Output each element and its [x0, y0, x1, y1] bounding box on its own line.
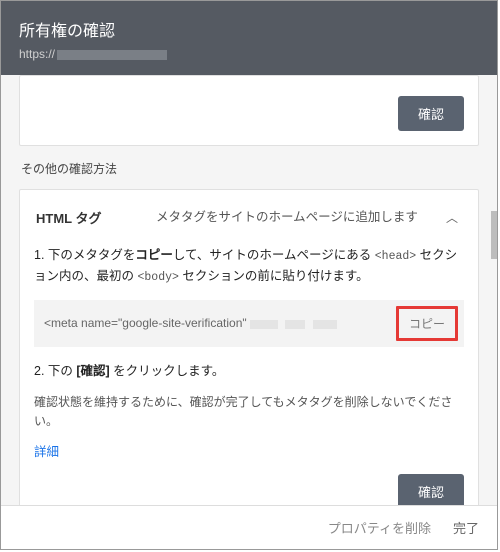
chevron-up-icon[interactable]: ︿	[442, 209, 462, 226]
copy-button[interactable]: コピー	[396, 306, 458, 341]
retain-note: 確認状態を維持するために、確認が完了してもメタタグを削除しないでください。	[34, 393, 464, 431]
code-mask-1	[250, 320, 278, 329]
dialog-header: 所有権の確認 https://	[1, 1, 497, 75]
method-name: HTML タグ	[36, 208, 156, 227]
dialog-footer: プロパティを削除 完了	[1, 505, 497, 549]
step1-code-head: <head>	[375, 250, 416, 263]
meta-tag-row: <meta name="google-site-verification" コピ…	[34, 300, 464, 347]
code-mask-3	[313, 320, 337, 329]
url-prefix: https://	[19, 47, 55, 61]
site-url: https://	[19, 47, 479, 61]
step2-post: をクリックします。	[110, 364, 225, 378]
dialog-title: 所有権の確認	[19, 17, 479, 41]
step2-pre: 2. 下の	[34, 364, 76, 378]
top-method-card: 確認	[19, 75, 479, 146]
step1-mid: して、サイトのホームページにある	[173, 248, 375, 262]
url-masked	[57, 50, 167, 60]
step1-pre: 1. 下のメタタグを	[34, 248, 135, 262]
step1-code-body: <body>	[137, 271, 178, 284]
step1-bold: コピー	[135, 248, 173, 262]
done-button[interactable]: 完了	[453, 518, 479, 537]
step2-bold: [確認]	[76, 364, 109, 378]
step-2: 2. 下の [確認] をクリックします。	[34, 361, 464, 381]
details-link[interactable]: 詳細	[34, 441, 59, 460]
step1-post: セクションの前に貼り付けます。	[179, 269, 369, 283]
confirm-button[interactable]: 確認	[398, 474, 464, 505]
meta-tag-snippet[interactable]: <meta name="google-site-verification"	[44, 316, 396, 330]
code-snippet-text: <meta name="google-site-verification"	[44, 316, 247, 330]
dialog-body[interactable]: 確認 その他の確認方法 HTML タグ メタタグをサイトのホームページに追加しま…	[1, 75, 497, 505]
html-tag-card: HTML タグ メタタグをサイトのホームページに追加します ︿ 1. 下のメタタ…	[19, 189, 479, 505]
scrollbar-thumb[interactable]	[491, 211, 497, 259]
ownership-dialog: 所有権の確認 https:// 確認 その他の確認方法 HTML タグ メタタグ…	[0, 0, 498, 550]
code-mask-2	[285, 320, 305, 329]
remove-property-button[interactable]: プロパティを削除	[328, 518, 431, 537]
other-methods-label: その他の確認方法	[21, 160, 479, 177]
method-description: メタタグをサイトのホームページに追加します	[156, 208, 442, 227]
step-1: 1. 下のメタタグをコピーして、サイトのホームページにある <head> セクシ…	[34, 245, 464, 288]
confirm-button-top[interactable]: 確認	[398, 96, 464, 131]
method-header-row[interactable]: HTML タグ メタタグをサイトのホームページに追加します ︿	[34, 200, 464, 245]
